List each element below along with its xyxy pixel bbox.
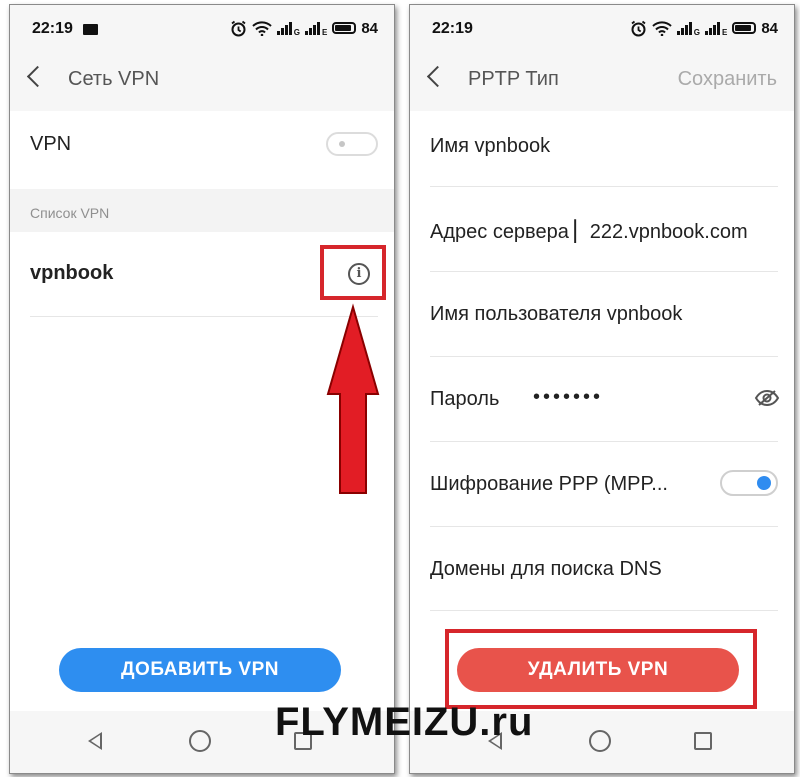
eye-icon[interactable] [754,389,780,407]
network-type-g: G [693,28,700,37]
divider [430,610,778,611]
field-server[interactable]: Адрес сервера ▏222.vpnbook.com [430,219,778,244]
highlight-box-info [320,245,386,300]
field-password-value[interactable]: ••••••• [533,386,778,409]
status-time: 22:19 [432,20,473,37]
title-bar: Сеть VPN [10,49,394,111]
battery-icon [332,22,357,34]
battery-percent: 84 [761,19,778,37]
status-icons: G E 84 [630,19,778,37]
divider [430,441,778,442]
status-bar: 22:19 G E 84 [410,5,794,49]
pptp-settings-screen: 22:19 G E 84 PPTP Тип Сохранить Имя vpnb… [409,4,795,774]
alarm-icon [631,20,646,36]
signal-icon [676,21,692,35]
status-icons: G E 84 [230,19,378,37]
red-arrow-up [326,303,380,494]
watermark: FLYMEIZU.ru [275,700,534,744]
page-title: PPTP Тип [468,68,559,90]
field-dns[interactable]: Домены для поиска DNS [430,558,778,581]
divider [430,526,778,527]
wifi-icon [252,20,272,36]
vpn-list-header: Список VPN [10,189,394,232]
status-time: 22:19 [32,20,73,37]
battery-percent: 84 [361,19,378,37]
back-chevron-icon[interactable] [26,65,49,88]
field-username[interactable]: Имя пользователя vpnbook [430,303,778,326]
save-button[interactable]: Сохранить [678,68,777,91]
nav-home-icon[interactable] [189,730,211,752]
nav-back-icon[interactable] [88,732,102,750]
delete-vpn-button[interactable]: УДАЛИТЬ VPN [457,648,739,692]
network-type-g: G [293,28,300,37]
title-bar: PPTP Тип Сохранить [410,49,794,111]
alarm-icon [231,20,246,36]
vpn-list-screen: 22:19 G E 84 Сеть VPN VPN Список VPN vpn… [9,4,395,774]
section-header-label: Список VPN [30,205,110,221]
signal-icon-2 [304,21,320,35]
vpn-toggle[interactable] [326,132,378,156]
battery-icon [732,22,757,34]
image-icon [83,24,98,35]
back-chevron-icon[interactable] [426,65,449,88]
nav-home-icon[interactable] [589,730,611,752]
divider [430,356,778,357]
network-type-e: E [721,28,728,37]
encryption-toggle[interactable] [720,470,778,496]
network-type-e: E [321,28,328,37]
nav-recent-icon[interactable] [694,732,712,750]
signal-icon [276,21,292,35]
add-vpn-button[interactable]: ДОБАВИТЬ VPN [59,648,341,692]
signal-icon-2 [704,21,720,35]
field-name[interactable]: Имя vpnbook [430,135,778,158]
page-title: Сеть VPN [68,68,160,90]
divider [430,186,778,187]
divider [430,271,778,272]
wifi-icon [652,20,672,36]
status-bar: 22:19 G E 84 [10,5,394,49]
field-encryption: Шифрование PPP (MPP... [430,473,668,495]
